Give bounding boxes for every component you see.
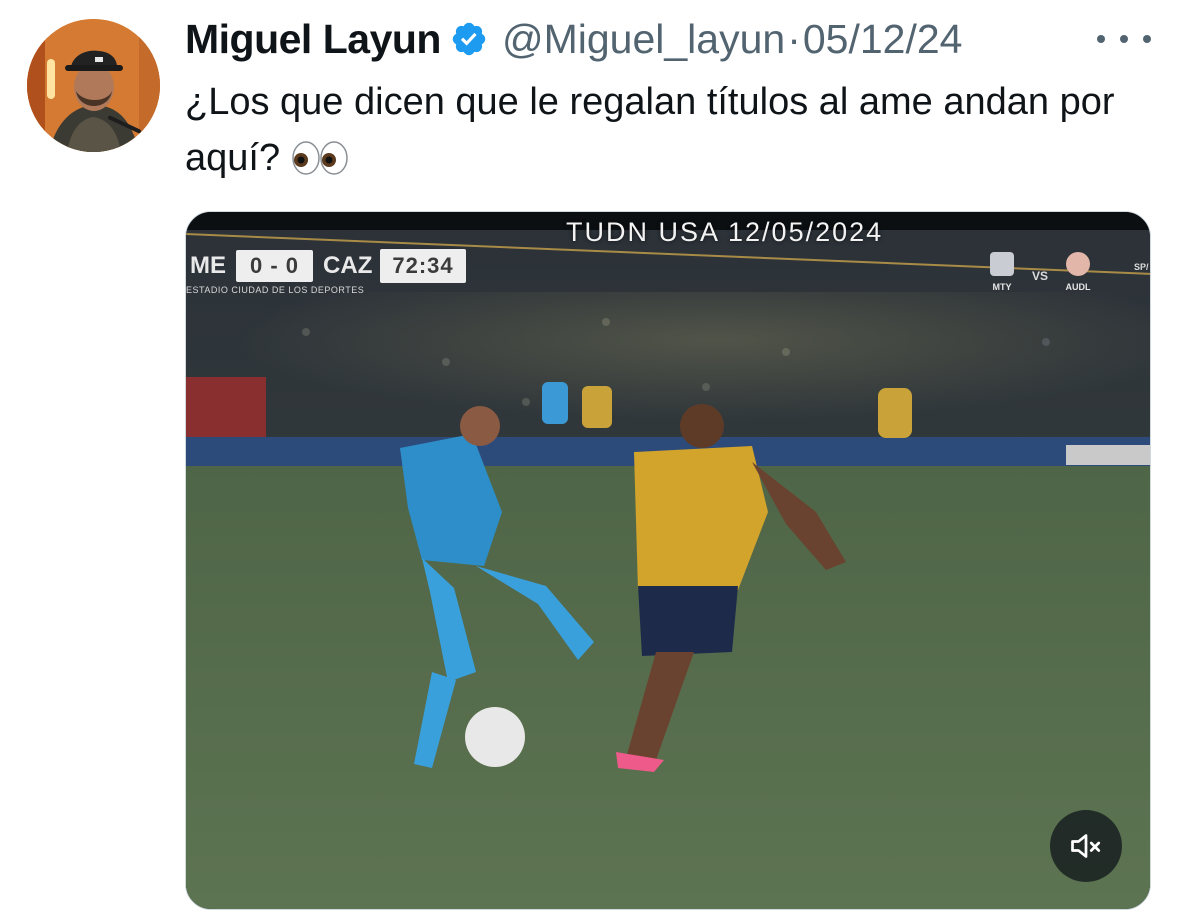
more-dot [1120, 35, 1128, 43]
header-separator: · [787, 15, 801, 62]
other-match-away: AUDL [1058, 252, 1098, 292]
eyes-emoji-icon [290, 136, 350, 192]
video-frame [186, 212, 1150, 909]
author-avatar[interactable] [27, 19, 160, 152]
verified-badge-icon [452, 22, 486, 56]
match-clock: 72:34 [380, 249, 466, 283]
mty-crest-icon [990, 252, 1014, 276]
away-team-label: CAZ [323, 252, 373, 279]
mute-button[interactable] [1050, 810, 1122, 882]
other-match-away-label: AUDL [1065, 282, 1091, 292]
venue-label: ESTADIO CIUDAD DE LOS DEPORTES [186, 285, 365, 295]
more-options-icon[interactable] [1097, 22, 1151, 56]
scorebug: ME 0 - 0 CAZ 72:34 [186, 248, 466, 284]
other-match-home-label: MTY [992, 282, 1012, 292]
more-dot [1143, 35, 1151, 43]
audl-crest-icon [1066, 252, 1090, 276]
more-dot [1097, 35, 1105, 43]
other-match-vs: VS [1032, 269, 1049, 283]
tweet-text: ¿Los que dicen que le regalan títulos al… [185, 74, 1125, 192]
other-match-home: MTY [982, 252, 1022, 292]
video-player[interactable]: TUDN USA 12/05/2024 ME 0 - 0 CAZ 72:34 E… [185, 211, 1151, 910]
tweet-header: Miguel Layun @Miguel_layun · 05/12/24 [185, 14, 962, 64]
volume-muted-icon [1071, 834, 1101, 858]
author-name[interactable]: Miguel Layun [185, 16, 441, 63]
avatar-photo [27, 19, 160, 152]
home-team-label: ME [190, 252, 226, 279]
score-display: 0 - 0 [236, 250, 314, 282]
tweet-date[interactable]: 05/12/24 [803, 16, 963, 63]
broadcast-banner: TUDN USA 12/05/2024 [566, 217, 884, 247]
author-handle[interactable]: @Miguel_layun [502, 16, 785, 63]
other-match-extra: SP/ [1134, 262, 1149, 272]
